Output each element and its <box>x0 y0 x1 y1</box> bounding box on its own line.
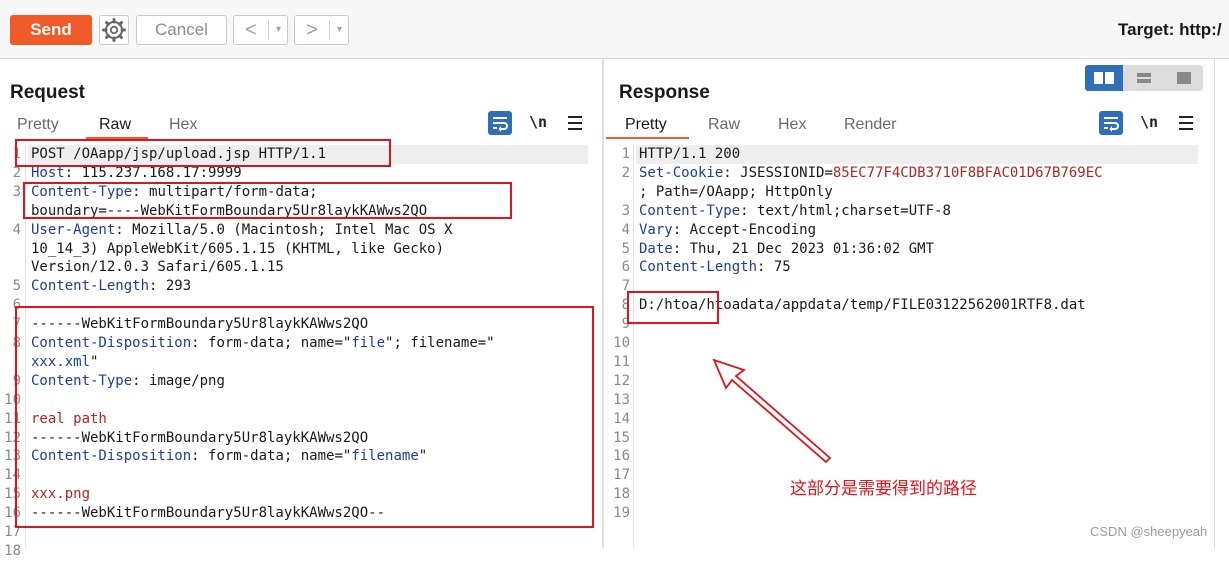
tab-response-render[interactable]: Render <box>844 116 896 134</box>
header-name: User-Agent <box>31 221 116 238</box>
header-value: : 75 <box>757 259 791 276</box>
code-line: Content-Length: 293 <box>31 277 191 296</box>
header-value: Version/12.0.3 Safari/605.1.15 <box>31 259 284 276</box>
arrow-right-icon: > <box>306 19 318 41</box>
cancel-button[interactable]: Cancel <box>136 15 227 45</box>
columns-icon <box>1094 72 1114 84</box>
tab-response-raw[interactable]: Raw <box>708 116 740 134</box>
annotation-arrow <box>712 358 832 464</box>
body-value: 85EC77F4CDB3710F8BFAC01D67B769EC <box>832 164 1103 181</box>
header-value: : JSESSIONID= <box>723 164 833 181</box>
request-wrap-toggle[interactable] <box>488 111 512 135</box>
response-wrap-toggle[interactable] <box>1099 111 1123 135</box>
text-wrap-icon <box>1104 117 1119 132</box>
header-value: HTTP/1.1 200 <box>639 146 741 162</box>
line-number: 5 <box>12 278 21 295</box>
highlight-box-multipart-body <box>15 306 594 528</box>
header-name: Content-Length <box>639 259 758 276</box>
request-title: Request <box>10 82 85 103</box>
header-value: : text/html;charset=UTF-8 <box>740 202 951 219</box>
active-tab-indicator <box>606 137 689 139</box>
code-line: Date: Thu, 21 Dec 2023 01:36:02 GMT <box>639 240 934 259</box>
tab-response-pretty[interactable]: Pretty <box>625 116 667 134</box>
line-number: 19 <box>613 505 630 522</box>
settings-button[interactable] <box>99 15 129 45</box>
line-number: 10 <box>613 335 630 351</box>
line-number: 1 <box>621 146 630 162</box>
line-number: 12 <box>613 372 630 389</box>
line-number: 17 <box>613 467 630 484</box>
code-line: 10_14_3) AppleWebKit/605.1.15 (KHTML, li… <box>31 240 444 259</box>
text-wrap-icon <box>493 117 508 132</box>
line-number: 4 <box>12 221 21 238</box>
code-line: Version/12.0.3 Safari/605.1.15 <box>31 258 284 277</box>
back-button[interactable]: < ▾ <box>233 15 288 45</box>
header-value: 10_14_3) AppleWebKit/605.1.15 (KHTML, li… <box>31 240 445 257</box>
line-number: 11 <box>613 353 630 370</box>
line-number: 18 <box>613 486 630 503</box>
header-name: Host <box>31 164 65 181</box>
line-number: 14 <box>613 410 630 427</box>
header-name: Set-Cookie <box>639 164 724 181</box>
response-title: Response <box>619 82 710 103</box>
chevron-down-icon[interactable]: ▾ <box>331 16 348 44</box>
arrow-left-icon: < <box>245 19 257 41</box>
gear-icon <box>102 18 126 42</box>
layout-toggle <box>1085 65 1203 91</box>
line-number: 5 <box>621 240 630 257</box>
code-line: Content-Length: 75 <box>639 258 791 277</box>
tab-request-raw[interactable]: Raw <box>99 116 131 134</box>
hamburger-menu-icon[interactable] <box>568 116 582 130</box>
line-number: 15 <box>613 429 630 446</box>
code-line: User-Agent: Mozilla/5.0 (Macintosh; Inte… <box>31 221 452 240</box>
header-value: ; Path=/OAapp; HttpOnly <box>639 183 833 200</box>
tab-request-hex[interactable]: Hex <box>169 116 197 134</box>
line-number: 13 <box>613 391 630 408</box>
line-number: 3 <box>12 183 21 200</box>
layout-stacked-button[interactable] <box>1125 65 1163 91</box>
header-name: Content-Type <box>639 202 741 219</box>
code-line: ; Path=/OAapp; HttpOnly <box>639 183 833 202</box>
show-newlines-button[interactable]: \n <box>529 113 547 131</box>
line-number: 2 <box>621 164 630 181</box>
watermark: CSDN @sheepyeah <box>1090 524 1208 539</box>
highlight-box-content-type <box>23 182 512 219</box>
highlight-box-request-line <box>15 139 391 167</box>
hamburger-menu-icon[interactable] <box>1179 116 1193 130</box>
target-label[interactable]: Target: http:/ <box>1118 20 1222 40</box>
rows-icon <box>1137 73 1151 83</box>
code-line: Content-Type: text/html;charset=UTF-8 <box>639 202 951 221</box>
code-line: Set-Cookie: JSESSIONID=85EC77F4CDB3710F8… <box>639 164 1103 183</box>
code-line: HTTP/1.1 200 <box>639 145 740 164</box>
side-panel-strip <box>1214 59 1229 548</box>
chevron-down-icon[interactable]: ▾ <box>270 16 287 44</box>
forward-button[interactable]: > ▾ <box>294 15 349 45</box>
header-name: Content-Length <box>31 278 150 295</box>
header-value: : Thu, 21 Dec 2023 01:36:02 GMT <box>672 240 935 257</box>
code-line: Vary: Accept-Encoding <box>639 221 816 240</box>
single-pane-icon <box>1177 72 1191 84</box>
show-newlines-button[interactable]: \n <box>1140 113 1158 131</box>
line-number: 4 <box>621 221 630 238</box>
header-value: : Accept-Encoding <box>672 221 817 238</box>
header-name: Date <box>639 240 673 257</box>
send-button[interactable]: Send <box>10 15 92 45</box>
header-value: : Mozilla/5.0 (Macintosh; Intel Mac OS X <box>115 221 453 238</box>
line-number: 18 <box>4 542 21 559</box>
header-name: Vary <box>639 221 673 238</box>
layout-side-by-side-button[interactable] <box>1085 65 1123 91</box>
toolbar: Send Cancel < ▾ > ▾ Target: http:/ <box>0 0 1229 59</box>
line-number: 3 <box>621 202 630 219</box>
layout-single-button[interactable] <box>1165 65 1203 91</box>
tab-response-hex[interactable]: Hex <box>778 116 806 134</box>
header-value: : 115.237.168.17:9999 <box>64 164 242 181</box>
header-value: : 293 <box>149 278 192 295</box>
line-number: 16 <box>613 448 630 465</box>
line-number: 6 <box>621 259 630 276</box>
annotation-text: 这部分是需要得到的路径 <box>790 479 977 498</box>
tab-request-pretty[interactable]: Pretty <box>17 116 59 134</box>
highlight-box-path-prefix <box>627 291 719 324</box>
